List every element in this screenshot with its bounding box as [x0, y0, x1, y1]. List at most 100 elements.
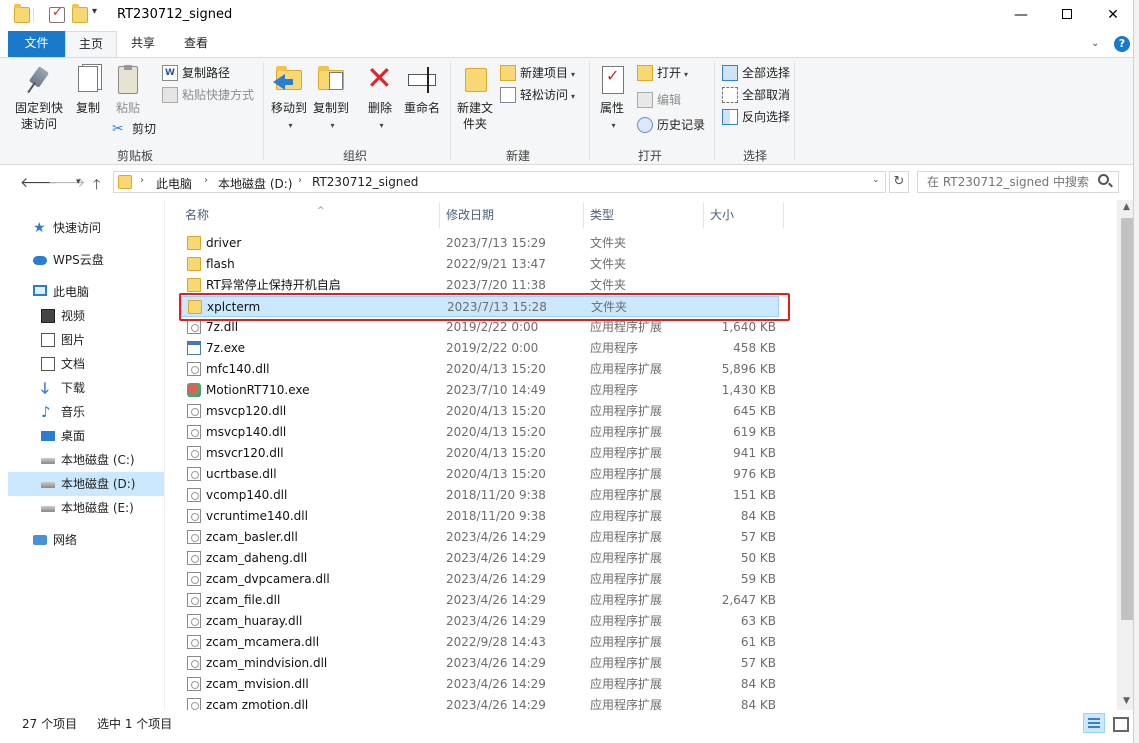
customize-toolbar-dropdown-icon[interactable]: ▾: [92, 6, 97, 17]
file-size: 84 KB: [740, 698, 776, 710]
file-row[interactable]: zcam_daheng.dll 2023/4/26 14:29 应用程序扩展 50 K…: [181, 548, 779, 569]
file-name: 7z.exe: [206, 341, 246, 355]
cut-button[interactable]: ✂ 剪切: [112, 119, 156, 139]
file-row[interactable]: msvcp120.dll 2020/4/13 15:20 应用程序扩展 645 KB: [181, 401, 779, 422]
file-row[interactable]: MotionRT710.exe 2023/7/10 14:49 应用程序 1,430 …: [181, 380, 779, 401]
nav-item-downloads[interactable]: 🡓 下载: [8, 376, 164, 400]
properties-button[interactable]: ✓ 属性 ▾: [594, 64, 630, 134]
new-folder-quick-icon[interactable]: [72, 4, 88, 23]
nav-item-music[interactable]: ♪ 音乐: [8, 400, 164, 424]
details-view-button[interactable]: [1083, 713, 1105, 733]
edit-button[interactable]: 编辑: [637, 90, 681, 110]
new-folder-icon: [459, 64, 491, 96]
history-icon: [637, 117, 653, 133]
close-button[interactable]: ✕: [1090, 0, 1136, 31]
column-header-type[interactable]: 类型: [584, 202, 704, 228]
open-button[interactable]: 打开 ▾: [637, 63, 688, 83]
pin-to-quick-access-button[interactable]: 固定到快速访问: [10, 64, 68, 132]
file-row[interactable]: zcam_huaray.dll 2023/4/26 14:29 应用程序扩展 63 K…: [181, 611, 779, 632]
new-item-button[interactable]: 新建项目 ▾: [500, 63, 575, 83]
scroll-up-icon[interactable]: ▲: [1123, 202, 1130, 212]
maximize-button[interactable]: [1044, 0, 1090, 31]
nav-item-documents[interactable]: 文档: [8, 352, 164, 376]
large-icons-view-button[interactable]: [1108, 713, 1130, 733]
file-row[interactable]: ucrtbase.dll 2020/4/13 15:20 应用程序扩展 976 KB: [181, 464, 779, 485]
nav-item-pictures[interactable]: 图片: [8, 328, 164, 352]
up-button[interactable]: 🡑: [93, 174, 100, 198]
file-size: 5,896 KB: [721, 362, 776, 376]
file-row[interactable]: zcam zmotion.dll 2023/4/26 14:29 应用程序扩展 84 …: [181, 695, 779, 710]
file-name: zcam_dvpcamera.dll: [206, 572, 330, 586]
invert-selection-button[interactable]: 反向选择: [722, 107, 790, 127]
file-row[interactable]: zcam_mindvision.dll 2023/4/26 14:29 应用程序扩展…: [181, 653, 779, 674]
ribbon-tabs: 文件 主页 共享 查看 ⌄ ?: [0, 31, 1139, 58]
nav-item-drive-d[interactable]: 本地磁盘 (D:): [8, 472, 164, 496]
file-row[interactable]: flash 2022/9/21 13:47 文件夹: [181, 254, 779, 275]
file-date: 2020/4/13 15:20: [446, 425, 546, 439]
breadcrumb-chevron-icon[interactable]: ›: [204, 175, 208, 186]
scroll-down-icon[interactable]: ▼: [1123, 696, 1130, 706]
breadcrumb-this-pc[interactable]: 此电脑: [156, 175, 192, 192]
minimize-button[interactable]: —: [998, 0, 1044, 31]
tab-view[interactable]: 查看: [169, 31, 223, 57]
copy-button[interactable]: 复制: [68, 64, 108, 116]
recent-locations-dropdown-icon[interactable]: ▾: [76, 177, 81, 187]
nav-item-drive-c[interactable]: 本地磁盘 (C:): [8, 448, 164, 472]
file-row[interactable]: zcam_dvpcamera.dll 2023/4/26 14:29 应用程序扩展 5…: [181, 569, 779, 590]
group-separator: [589, 62, 590, 160]
nav-item-this-pc[interactable]: 此电脑: [8, 280, 164, 304]
history-button[interactable]: 历史记录: [637, 115, 705, 135]
copy-to-button[interactable]: 复制到 ▾: [310, 64, 352, 134]
nav-item-wps-cloud[interactable]: WPS云盘: [8, 248, 164, 272]
file-name: vcomp140.dll: [206, 488, 288, 502]
column-header-name[interactable]: ^ 名称: [179, 202, 440, 228]
new-folder-button[interactable]: 新建文件夹: [453, 64, 497, 132]
file-date: 2023/4/26 14:29: [446, 593, 546, 607]
breadcrumb-chevron-icon[interactable]: ›: [140, 175, 144, 186]
nav-item-quick-access[interactable]: ★ 快速访问: [8, 216, 164, 240]
tab-share[interactable]: 共享: [117, 31, 169, 57]
delete-button[interactable]: ✕ 删除 ▾: [362, 62, 398, 134]
move-to-button[interactable]: 移动到 ▾: [268, 64, 310, 134]
select-none-button[interactable]: 全部取消: [722, 85, 790, 105]
file-row[interactable]: 7z.exe 2019/2/22 0:00 应用程序 458 KB: [181, 338, 779, 359]
paste-shortcut-button[interactable]: 粘贴快捷方式: [162, 85, 254, 105]
copy-icon: [72, 64, 104, 96]
properties-quick-icon[interactable]: ✓: [49, 5, 65, 23]
nav-item-drive-e[interactable]: 本地磁盘 (E:): [8, 496, 164, 520]
file-row[interactable]: zcam_file.dll 2023/4/26 14:29 应用程序扩展 2,647 …: [181, 590, 779, 611]
help-icon[interactable]: ?: [1114, 36, 1130, 52]
column-header-date[interactable]: 修改日期: [440, 202, 584, 228]
file-row[interactable]: vcomp140.dll 2018/11/20 9:38 应用程序扩展 151 KB: [181, 485, 779, 506]
select-all-label: 全部选择: [742, 66, 791, 80]
nav-item-network[interactable]: 网络: [8, 528, 164, 552]
dll-icon: [187, 698, 201, 710]
copy-path-button[interactable]: 复制路径: [162, 63, 230, 83]
refresh-button[interactable]: ↻: [889, 171, 909, 193]
search-input[interactable]: [917, 171, 1119, 193]
collapse-ribbon-icon[interactable]: ⌄: [1091, 38, 1099, 49]
file-row[interactable]: zcam_mcamera.dll 2022/9/28 14:43 应用程序扩展 61 …: [181, 632, 779, 653]
easy-access-button[interactable]: 轻松访问 ▾: [500, 85, 575, 105]
file-row[interactable]: mfc140.dll 2020/4/13 15:20 应用程序扩展 5,896 KB: [181, 359, 779, 380]
file-row[interactable]: driver 2023/7/13 15:29 文件夹: [181, 233, 779, 254]
nav-item-desktop[interactable]: 桌面: [8, 424, 164, 448]
search-icon[interactable]: [1098, 174, 1109, 185]
select-all-button[interactable]: 全部选择: [722, 63, 790, 83]
breadcrumb-drive-d[interactable]: 本地磁盘 (D:): [218, 175, 292, 192]
tab-home[interactable]: 主页: [65, 31, 117, 58]
column-header-size[interactable]: 大小: [704, 202, 784, 228]
nav-item-videos[interactable]: 视频: [8, 304, 164, 328]
breadcrumb-current-folder[interactable]: RT230712_signed: [312, 175, 418, 189]
address-dropdown-icon[interactable]: ⌄: [872, 175, 880, 185]
file-row[interactable]: zcam_basler.dll 2023/4/26 14:29 应用程序扩展 57 K…: [181, 527, 779, 548]
file-row[interactable]: vcruntime140.dll 2018/11/20 9:38 应用程序扩展 84 …: [181, 506, 779, 527]
file-row[interactable]: msvcr120.dll 2020/4/13 15:20 应用程序扩展 941 KB: [181, 443, 779, 464]
breadcrumb-chevron-icon[interactable]: ›: [298, 175, 302, 186]
address-bar[interactable]: › 此电脑 › 本地磁盘 (D:) › RT230712_signed: [113, 171, 886, 193]
tab-file[interactable]: 文件: [8, 31, 65, 57]
file-row[interactable]: zcam_mvision.dll 2023/4/26 14:29 应用程序扩展 84 …: [181, 674, 779, 695]
rename-button[interactable]: 重命名: [401, 64, 443, 116]
paste-button[interactable]: 粘贴: [108, 64, 148, 116]
file-row[interactable]: msvcp140.dll 2020/4/13 15:20 应用程序扩展 619 KB: [181, 422, 779, 443]
